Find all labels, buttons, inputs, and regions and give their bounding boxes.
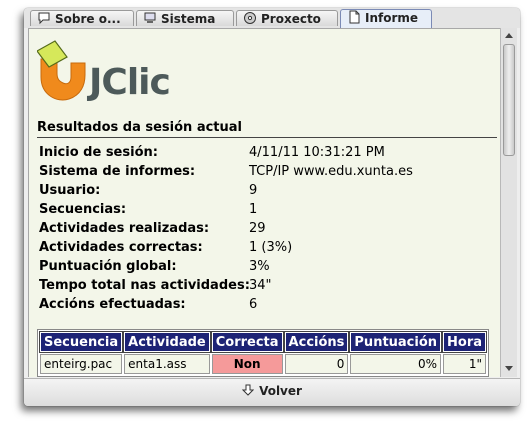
bottom-bar: Volver <box>24 378 520 406</box>
info-key: Usuario: <box>39 183 101 198</box>
volver-button[interactable]: Volver <box>24 379 520 405</box>
scrollbar-thumb[interactable] <box>503 44 515 156</box>
speech-bubble-icon <box>37 11 51 25</box>
column-header: Hora <box>442 331 488 353</box>
column-header: Secuencia <box>38 331 124 353</box>
info-value: 9 <box>249 183 258 198</box>
cell-hora: 1" <box>443 354 487 374</box>
column-header: Correcta <box>210 331 284 353</box>
tab-bar: Sobre o... Sistema Proxecto Informe <box>24 8 520 28</box>
cell-accions: 0 <box>284 354 349 374</box>
results-table: Secuencia Actividade Correcta Accións Pu… <box>37 329 490 377</box>
tab-sobre[interactable]: Sobre o... <box>30 10 134 26</box>
cell-actividade: enta1.ass <box>124 354 210 374</box>
jclic-logo-icon <box>36 40 86 101</box>
info-value: 29 <box>249 221 266 236</box>
info-key: Sistema de informes: <box>39 164 196 179</box>
cell-correcta: Non <box>211 354 283 374</box>
tab-sobre-label: Sobre o... <box>55 12 121 26</box>
column-header: Accións <box>283 331 350 353</box>
info-key: Puntuación global: <box>39 259 177 274</box>
jclic-logo: JClic <box>36 39 187 105</box>
info-value: 3% <box>249 259 270 274</box>
cell-puntuacion: 0% <box>350 354 442 374</box>
info-key: Accións efectuadas: <box>39 297 186 312</box>
info-value: 1 <box>249 202 258 217</box>
cell-secuencia: enteirg.pac <box>40 354 123 374</box>
info-value: 6 <box>249 297 258 312</box>
tab-sistema-label: Sistema <box>161 12 216 26</box>
report-title: Resultados da sesión actual <box>37 120 243 135</box>
vertical-scrollbar[interactable] <box>500 28 517 377</box>
back-arrow-icon <box>242 384 255 396</box>
info-key: Actividades realizadas: <box>39 221 210 236</box>
tab-informe[interactable]: Informe <box>340 9 432 28</box>
info-key: Tempo total nas actividades: <box>39 278 250 293</box>
info-value: 4/11/11 10:31:21 PM <box>249 145 385 160</box>
info-value: 34" <box>249 278 272 293</box>
report-panel: JClic Resultados da sesión actual Inicio… <box>28 28 501 377</box>
info-key: Actividades correctas: <box>39 240 203 255</box>
column-header: Actividade <box>123 331 211 353</box>
info-value: 1 (3%) <box>249 240 293 255</box>
table-header-row: Secuencia Actividade Correcta Accións Pu… <box>38 331 488 353</box>
table-row: enteirg.pac enta1.ass Non 0 0% 1" <box>40 354 487 374</box>
computer-icon <box>143 11 157 25</box>
scroll-down-icon[interactable] <box>502 361 516 375</box>
info-key: Inicio de sesión: <box>39 145 158 160</box>
tab-proxecto-label: Proxecto <box>261 12 321 26</box>
volver-label: Volver <box>259 384 302 398</box>
jclic-logo-text: JClic <box>89 62 171 103</box>
info-value: TCP/IP www.edu.xunta.es <box>249 164 413 179</box>
report-icon <box>347 10 361 24</box>
tab-sistema[interactable]: Sistema <box>136 10 234 26</box>
info-key: Secuencias: <box>39 202 127 217</box>
disc-icon <box>243 11 257 25</box>
scroll-up-icon[interactable] <box>502 29 516 43</box>
tab-informe-label: Informe <box>365 11 419 25</box>
jclic-window: Sobre o... Sistema Proxecto Informe JCli… <box>24 8 520 406</box>
title-divider <box>37 137 497 138</box>
tab-proxecto[interactable]: Proxecto <box>236 10 338 26</box>
column-header: Puntuación <box>349 331 443 353</box>
